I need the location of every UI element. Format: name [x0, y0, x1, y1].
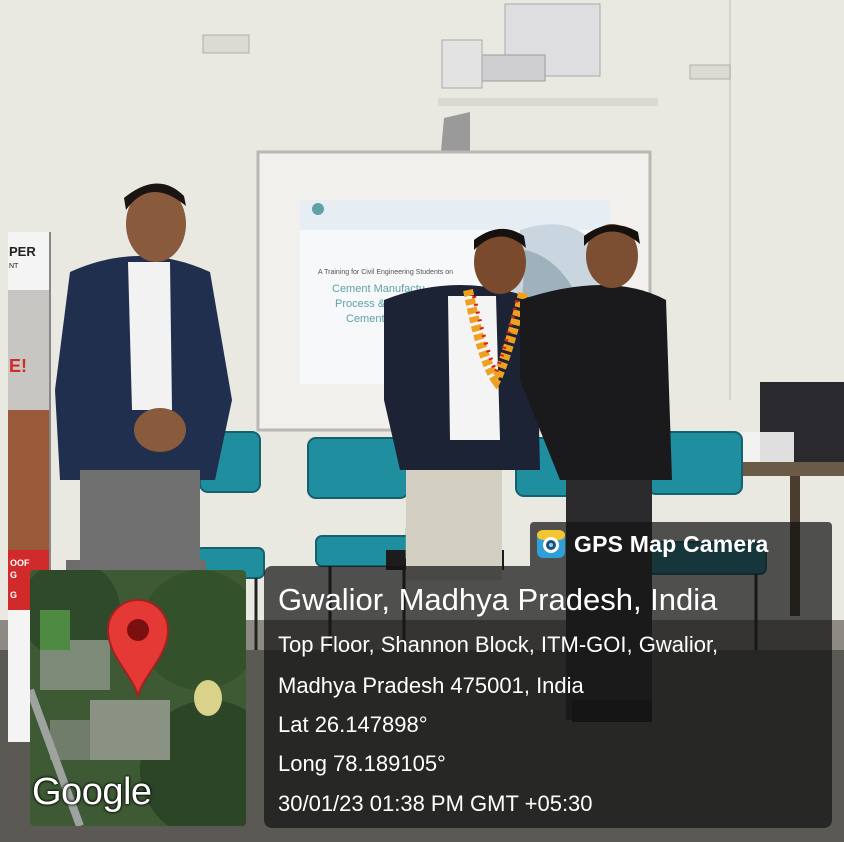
- longitude-readout: Long 78.189105°: [278, 751, 446, 776]
- svg-text:OOF: OOF: [10, 558, 30, 568]
- app-name: GPS Map Camera: [574, 530, 769, 557]
- address-line-2: Madhya Pradesh 475001, India: [278, 673, 584, 698]
- svg-text:PER: PER: [9, 244, 36, 259]
- address-line-1: Top Floor, Shannon Block, ITM-GOI, Gwali…: [278, 632, 719, 657]
- google-watermark: Google: [32, 771, 152, 813]
- timestamp: 30/01/23 01:38 PM GMT +05:30: [278, 791, 593, 816]
- map-thumbnail: Google: [30, 570, 246, 826]
- latitude-readout: Lat 26.147898°: [278, 712, 428, 737]
- svg-text:G: G: [10, 570, 17, 580]
- svg-text:NT: NT: [9, 263, 19, 270]
- gps-map-camera-icon: [537, 530, 565, 558]
- svg-text:G: G: [10, 590, 17, 600]
- svg-text:E!: E!: [9, 356, 27, 376]
- map-pin-icon: [106, 599, 170, 698]
- svg-text:A Training for Civil Engineeri: A Training for Civil Engineering Student…: [318, 269, 453, 276]
- photo-frame: A Training for Civil Engineering Student…: [0, 0, 844, 842]
- location-panel: Gwalior, Madhya Pradesh, India Top Floor…: [264, 566, 832, 828]
- app-badge: GPS Map Camera: [530, 522, 832, 566]
- location-title: Gwalior, Madhya Pradesh, India: [278, 582, 718, 617]
